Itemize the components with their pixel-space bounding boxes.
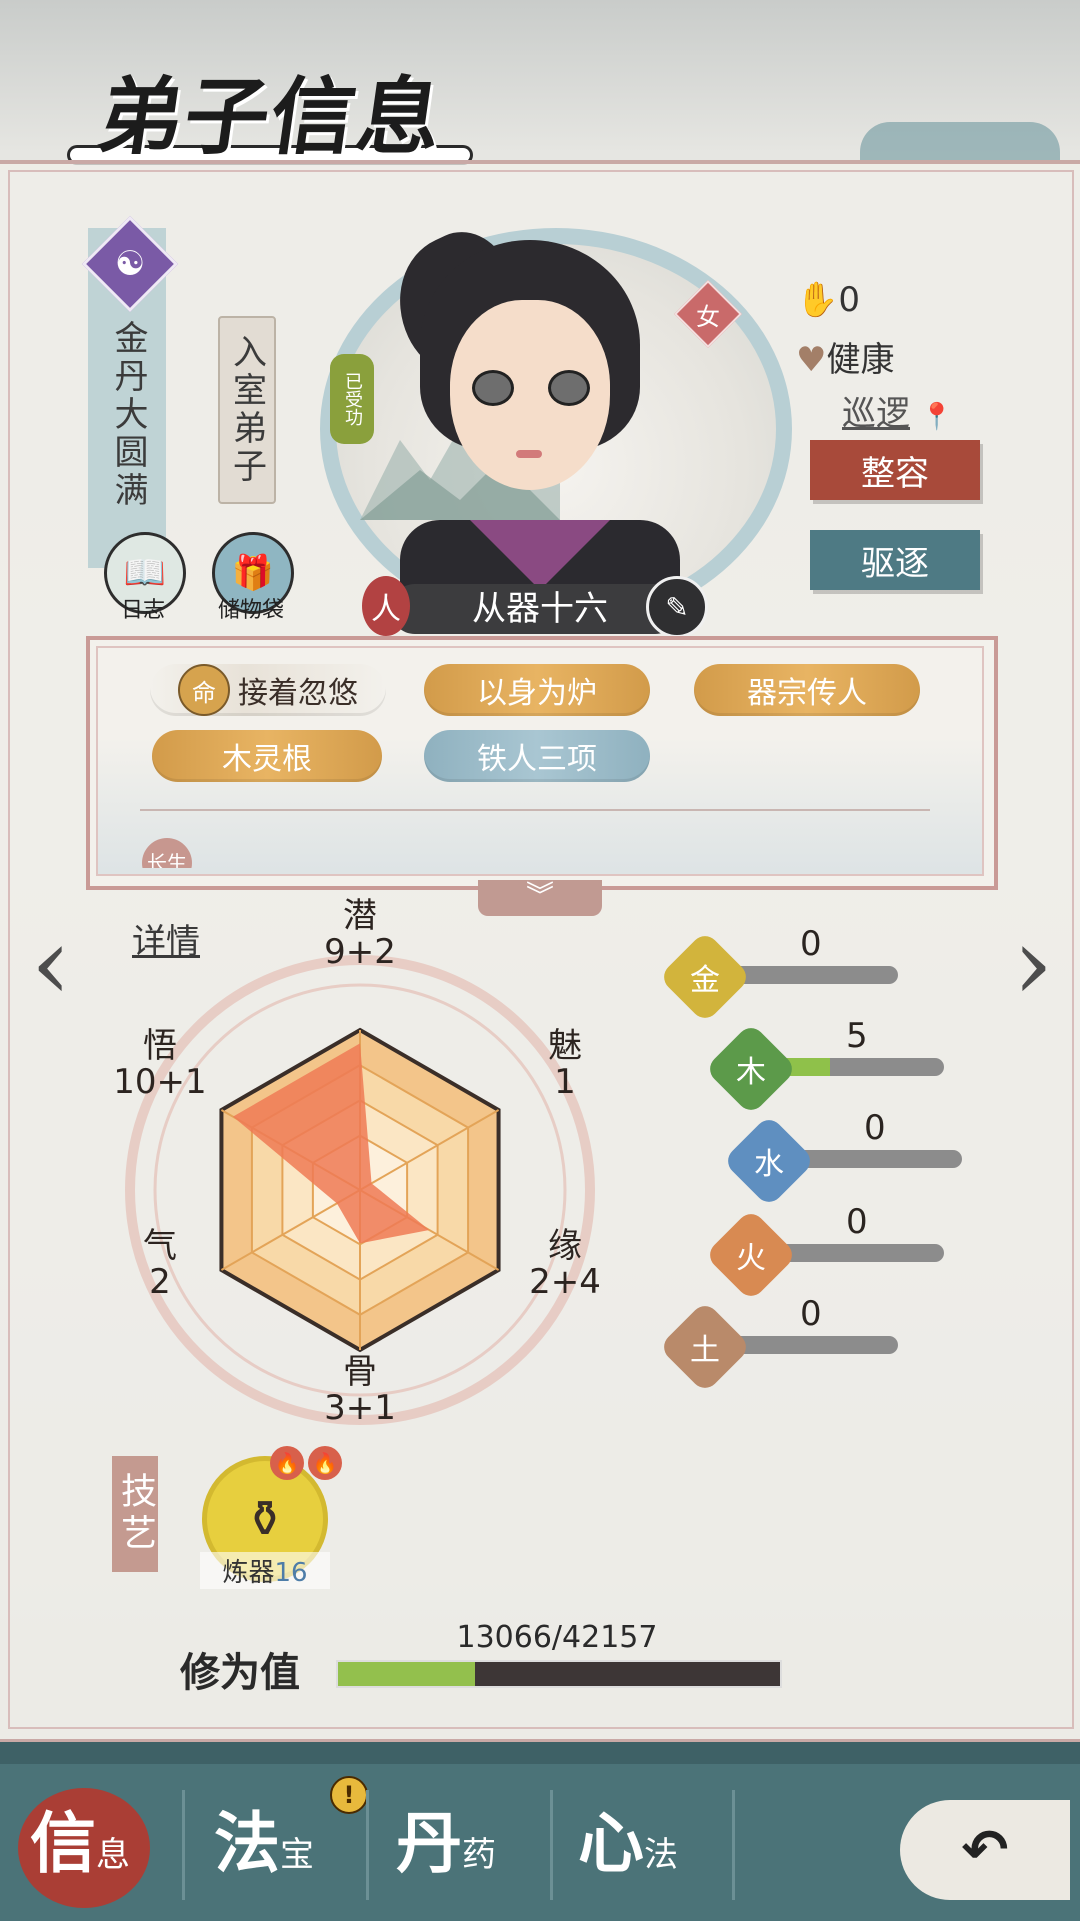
trait-tag[interactable]: 以身为炉 [424, 664, 650, 716]
trait-tag[interactable]: 命 接着忽悠 [150, 664, 386, 716]
radar-label-qi: 气2 [143, 1226, 177, 1302]
tab-methods[interactable]: 心法 [578, 1790, 748, 1900]
skill-name: 炼器 [222, 1558, 275, 1588]
cloud-decoration [860, 122, 1060, 162]
element-bar-track [768, 1244, 944, 1262]
element-bar-track [722, 1336, 898, 1354]
task-stat[interactable]: 巡逻 📍 [842, 386, 953, 435]
storage-bag-button[interactable]: 🎁 储物袋 [196, 532, 306, 632]
left-eye [472, 370, 514, 406]
health-status: 健康 [826, 340, 895, 380]
gender-label: 女 [696, 302, 720, 331]
element-name: 水 [754, 1147, 784, 1182]
right-eye [548, 370, 590, 406]
element-value: 5 [846, 1016, 868, 1056]
traits-divider [140, 809, 930, 811]
radar-label-insight: 悟 10+1 [113, 1026, 207, 1102]
element-name: 火 [736, 1241, 766, 1276]
fate-badge-icon: 命 [178, 664, 230, 716]
page-title: 弟子信息 [92, 67, 451, 166]
radar-label-charm: 魅1 [548, 1026, 582, 1102]
mouth [516, 450, 542, 458]
log-button-label: 日志 [120, 598, 165, 623]
tab-divider [550, 1790, 553, 1900]
hand-icon: ✋ [796, 280, 839, 320]
next-disciple-arrow[interactable]: › [998, 914, 1068, 1014]
reputation-stat: ✋0 [796, 280, 860, 320]
tab-info[interactable]: 信息 [30, 1790, 200, 1900]
trait-tag[interactable]: 木灵根 [152, 730, 382, 782]
element-bar-track [722, 966, 898, 984]
element-value: 0 [846, 1202, 868, 1242]
element-value: 0 [864, 1108, 886, 1148]
radar-label-bone: 骨 3+1 [324, 1352, 396, 1428]
tab-divider [732, 1790, 735, 1900]
tab-pills[interactable]: 丹药 [396, 1790, 566, 1900]
element-value: 0 [800, 924, 822, 964]
element-name: 土 [690, 1333, 720, 1368]
trait-label: 接着忽悠 [238, 676, 358, 711]
flame-icon: 🔥 [308, 1446, 342, 1480]
current-task: 巡逻 [842, 394, 910, 434]
log-button[interactable]: 📖 日志 [88, 532, 198, 632]
swirl-icon: ☯ [114, 244, 146, 284]
element-bar-track [768, 1058, 944, 1076]
cultivation-progress-bar [336, 1660, 782, 1688]
alert-badge-icon: ! [330, 1776, 368, 1814]
bottom-navigation-rim [0, 1742, 1080, 1764]
cultivation-label: 修为值 [180, 1649, 300, 1696]
element-name: 金 [690, 963, 720, 998]
character-face [450, 300, 610, 490]
location-pin-icon: 📍 [920, 402, 954, 432]
makeover-button[interactable]: 整容 [810, 440, 980, 500]
reputation-count: 0 [838, 280, 860, 320]
storage-bag-label: 储物袋 [217, 598, 284, 623]
cultivation-realm: 金丹大圆满 [108, 320, 148, 510]
person-type-icon: 人 [362, 576, 410, 636]
cultivation-progress-fill [338, 1662, 475, 1686]
skill-level: 16 [274, 1558, 308, 1588]
partial-trait-label: 长生 [142, 838, 192, 868]
health-stat: ♥健康 [796, 332, 894, 381]
taught-badge: 已受功 [330, 354, 374, 444]
back-button[interactable]: ↶ [900, 1800, 1070, 1900]
skills-section-label: 技艺 [112, 1456, 158, 1572]
element-value: 0 [800, 1294, 822, 1334]
flame-icon: 🔥 [270, 1446, 304, 1480]
disciple-role-label: 入室弟子 [226, 334, 267, 486]
radar-label-fortune: 缘 2+4 [529, 1226, 601, 1302]
trait-tag[interactable]: 铁人三项 [424, 730, 650, 782]
tab-divider [366, 1790, 369, 1900]
disciple-name: 从器十六 [472, 589, 608, 629]
element-bar-track [786, 1150, 962, 1168]
rename-brush-icon[interactable]: ✎ [646, 576, 708, 638]
page-header: 弟子信息 [70, 30, 470, 180]
disciple-role: 入室弟子 [218, 316, 276, 504]
expand-traits-button[interactable]: ︾ [478, 880, 602, 916]
expel-button[interactable]: 驱逐 [810, 530, 980, 590]
trait-tag[interactable]: 器宗传人 [694, 664, 920, 716]
tab-divider [182, 1790, 185, 1900]
radar-label-potential: 潜 9+2 [324, 896, 396, 972]
cultivation-value: 13066/42157 [456, 1620, 658, 1655]
partial-trait-badge: 长生 [142, 838, 196, 868]
heart-icon: ♥ [796, 340, 827, 380]
element-name: 木 [736, 1055, 766, 1090]
skill-label: 炼器16 [200, 1552, 330, 1589]
back-arrow-icon: ↶ [961, 1817, 1009, 1883]
previous-disciple-arrow[interactable]: ‹ [16, 914, 86, 1014]
